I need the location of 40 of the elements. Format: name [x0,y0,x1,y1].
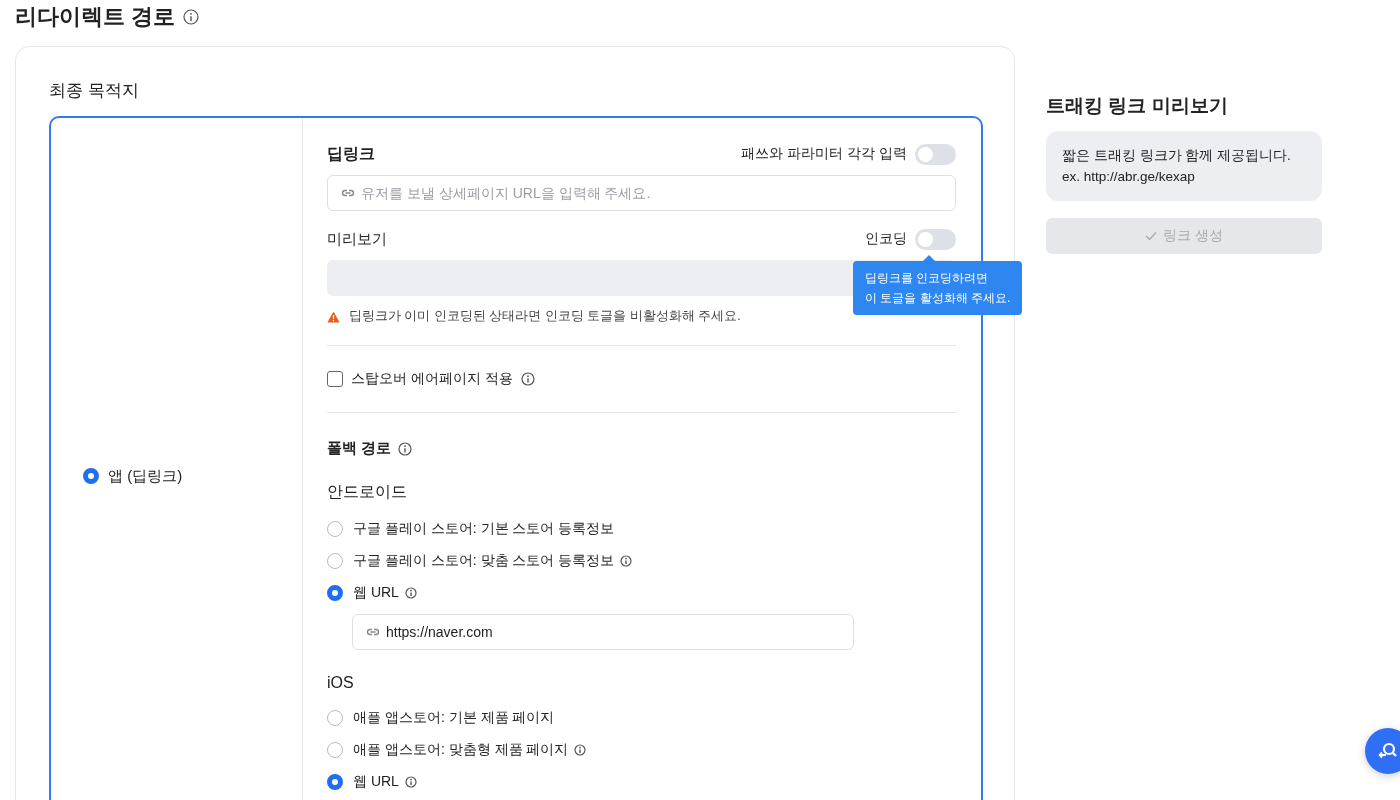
radio-button[interactable] [327,742,343,758]
search-icon [1378,741,1398,761]
toggle-switch[interactable] [915,143,956,165]
deeplink-input-field[interactable]: 유저를 보낼 상세페이지 URL을 입력해 주세요. [327,175,956,211]
radio-label: 웹 URL [353,773,399,791]
toggle-label: 인코딩 [865,230,907,248]
url-input-field[interactable]: https://naver.com [352,614,854,650]
group-label: 안드로이드 [327,482,408,502]
checkbox-label: 스탑오버 에어페이지 적용 [351,370,513,388]
toggle-label: 패쓰와 파라미터 각각 입력 [741,145,907,163]
tooltip-pointer-icon [923,254,935,261]
tooltip: 딥링크를 인코딩하려면 이 토글을 활성화해 주세요. [853,260,1023,315]
warning-text: 딥링크가 이미 인코딩된 상태라면 인코딩 토글을 비활성화해 주세요. [349,308,741,325]
info-note: 짧은 트래킹 링크가 함께 제공됩니다. ex. http://abr.ge/kexap [1046,131,1322,201]
field-label: 미리보기 [327,229,387,249]
radio-button[interactable] [83,468,99,484]
info-icon [520,372,535,386]
section-label: 최종 목적지 [49,80,140,102]
panel-title: 트래킹 링크 미리보기 [1046,94,1229,118]
radio-button[interactable] [327,553,343,569]
warning-icon [327,310,340,323]
radio-label: 웹 URL [353,584,399,602]
radio-button[interactable] [327,774,343,790]
check-icon [1145,231,1158,241]
page-title: 리다이렉트 경로 [15,3,176,31]
radio-label: 애플 앱스토어: 맞춤형 제품 페이지 [353,741,569,759]
info-icon [398,441,413,456]
section-title: 폴백 경로 [327,439,392,458]
field-label: 딥링크 [327,143,375,164]
radio-label: 구글 플레이 스토어: 맞춤 스토어 등록정보 [353,552,615,570]
group-label: iOS [327,674,355,692]
radio-button[interactable] [327,585,343,601]
search-fab-button[interactable] [1365,728,1400,774]
radio-label: 애플 앱스토어: 기본 제품 페이지 [353,709,555,727]
info-icon [183,9,200,25]
radio-button[interactable] [327,521,343,537]
checkbox[interactable] [327,371,343,387]
radio-label: 앱 (딥링크) [108,466,183,486]
radio-button[interactable] [327,710,343,726]
radio-label: 구글 플레이 스토어: 기본 스토어 등록정보 [353,520,615,538]
